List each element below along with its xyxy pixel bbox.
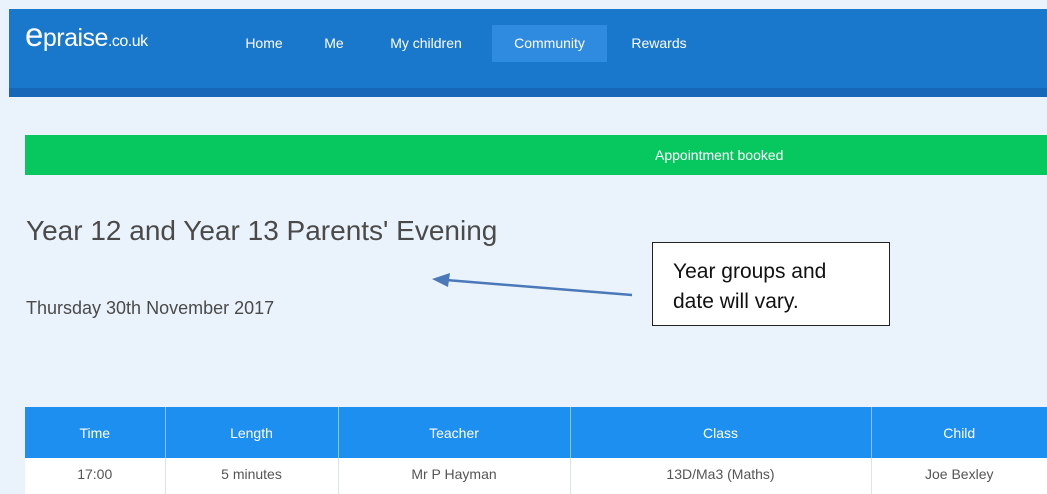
event-date: Thursday 30th November 2017 — [26, 298, 275, 318]
cell-teacher: Mr P Hayman — [337, 458, 570, 494]
cell-child: Joe Bexley — [870, 458, 1047, 494]
nav-my-children[interactable]: My children — [371, 25, 481, 62]
annotation-callout: Year groups and date will vary. — [652, 242, 890, 326]
page-title: Year 12 and Year 13 Parents' Evening — [26, 215, 498, 246]
table-header-row: Time Length Teacher Class Child — [25, 407, 1047, 458]
cell-length: 5 minutes — [164, 458, 338, 494]
column-header-teacher: Teacher — [337, 407, 570, 458]
cell-class: 13D/Ma3 (Maths) — [569, 458, 871, 494]
column-header-length: Length — [164, 407, 338, 458]
column-header-child: Child — [870, 407, 1047, 458]
column-header-time: Time — [25, 407, 165, 458]
table-row: 17:00 5 minutes Mr P Hayman 13D/Ma3 (Mat… — [25, 458, 1047, 494]
callout-line-2: date will vary. — [673, 290, 799, 313]
success-alert: Appointment booked — [25, 135, 1047, 175]
top-navbar: epraise.co.uk Home Me My children Commun… — [9, 9, 1047, 97]
main-nav: Home Me My children Community Rewards — [9, 25, 1047, 62]
appointments-table: Time Length Teacher Class Child 17:00 5 … — [25, 407, 1047, 494]
alert-message: Appointment booked — [655, 147, 784, 163]
nav-rewards[interactable]: Rewards — [619, 25, 699, 62]
annotation-arrow-icon — [432, 273, 633, 297]
callout-line-1: Year groups and — [673, 260, 827, 283]
nav-me[interactable]: Me — [314, 25, 354, 62]
nav-home[interactable]: Home — [229, 25, 299, 62]
column-header-class: Class — [569, 407, 871, 458]
cell-time: 17:00 — [25, 458, 165, 494]
navbar-bottom-strip — [9, 88, 1047, 97]
nav-community[interactable]: Community — [492, 25, 607, 62]
